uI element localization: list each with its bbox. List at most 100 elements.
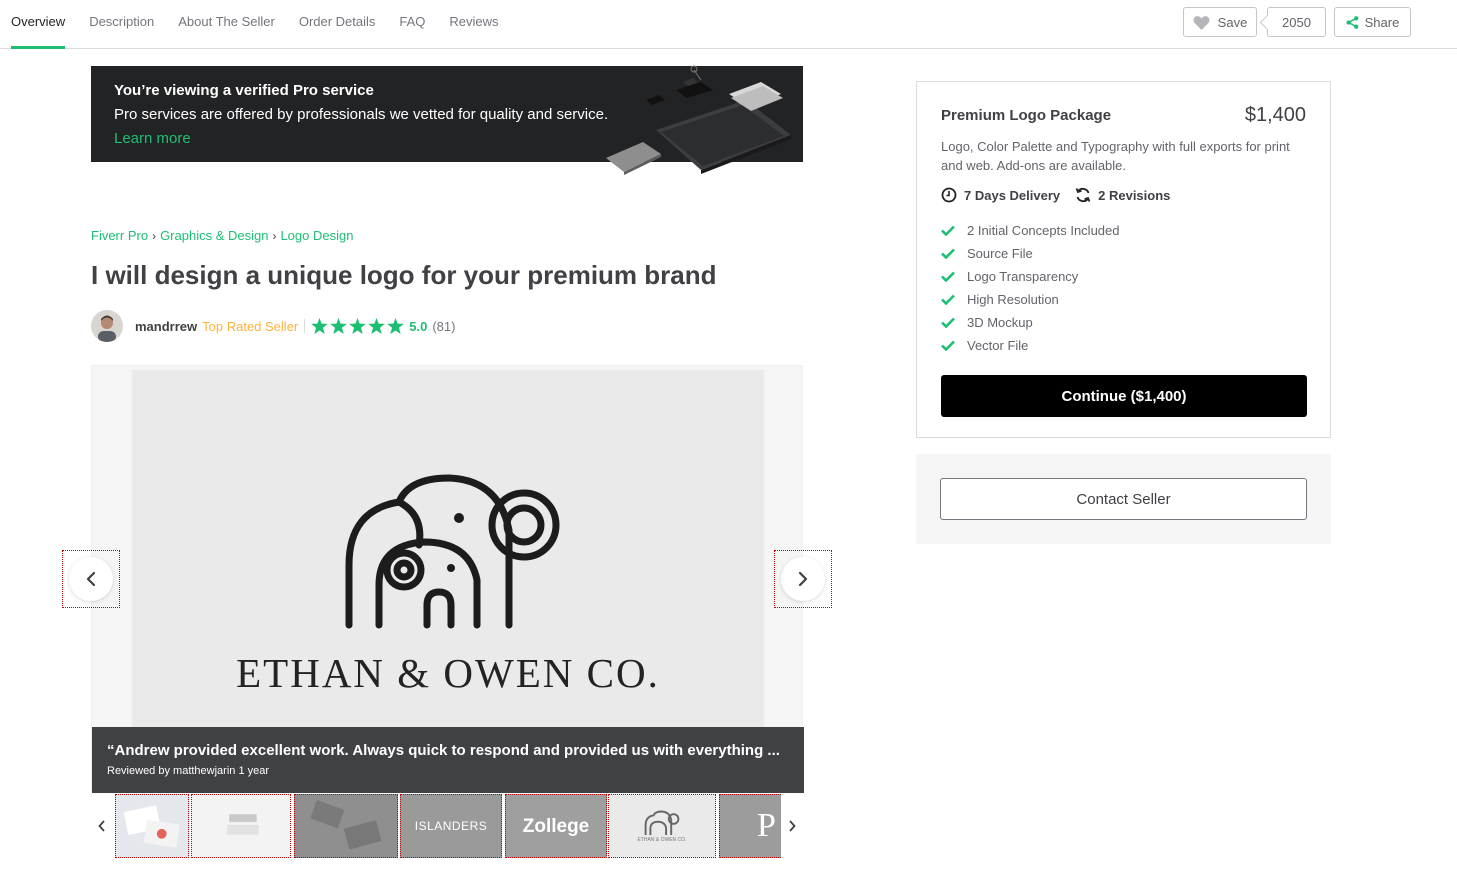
- thumbnail-label: ISLANDERS: [414, 819, 488, 833]
- pro-stationery-illustration: [606, 65, 791, 175]
- save-label: Save: [1217, 14, 1248, 30]
- gallery-prev-circle: [69, 557, 113, 601]
- save-count: 2050: [1267, 7, 1326, 37]
- breadcrumb: Fiverr Pro › Graphics & Design › Logo De…: [91, 228, 353, 243]
- checkmark-icon: [941, 271, 955, 282]
- share-icon: [1346, 15, 1358, 29]
- revisions: 2 Revisions: [1075, 187, 1170, 203]
- learn-more-link[interactable]: Learn more: [114, 130, 191, 147]
- rating-count[interactable]: (81): [432, 319, 455, 334]
- chevron-left-icon: [86, 571, 96, 587]
- chevron-right-icon: [789, 820, 796, 832]
- list-item: Vector File: [941, 334, 1119, 357]
- gallery-slide[interactable]: ETHAN & OWEN CO.: [132, 370, 764, 732]
- gig-title: I will design a unique logo for your pre…: [91, 260, 717, 290]
- feature-label: 2 Initial Concepts Included: [967, 223, 1120, 238]
- feature-label: Logo Transparency: [967, 269, 1079, 284]
- feature-label: Vector File: [967, 338, 1029, 353]
- chevron-right-icon: [798, 571, 808, 587]
- thumbnail[interactable]: ISLANDERS: [400, 794, 502, 858]
- heart-icon: [1193, 15, 1210, 30]
- list-item: Logo Transparency: [941, 265, 1119, 288]
- chevron-left-icon: [98, 820, 105, 832]
- thumbnail[interactable]: Zollege: [505, 794, 607, 858]
- breadcrumb-logo-design[interactable]: Logo Design: [280, 228, 353, 243]
- share-button[interactable]: Share: [1334, 7, 1411, 37]
- star-rating: [311, 318, 405, 334]
- list-item: 2 Initial Concepts Included: [941, 219, 1119, 242]
- review-quote: “Andrew provided excellent work. Always …: [107, 742, 780, 759]
- thumbnail-label: P: [757, 807, 776, 844]
- save-button[interactable]: Save: [1183, 7, 1257, 37]
- revisions-label: 2 Revisions: [1098, 187, 1171, 203]
- list-item: 3D Mockup: [941, 311, 1119, 334]
- divider: [304, 319, 306, 333]
- star-icon: [387, 318, 405, 334]
- thumbnail[interactable]: [115, 794, 189, 858]
- package-meta: 7 Days Delivery 2 Revisions: [941, 187, 1185, 203]
- tab-reviews[interactable]: Reviews: [449, 0, 498, 49]
- checkmark-icon: [941, 317, 955, 328]
- thumbnail-image: [295, 795, 397, 857]
- tab-order-details[interactable]: Order Details: [299, 0, 376, 49]
- seller-level-badge: Top Rated Seller: [202, 318, 299, 334]
- gig-nav-bar: Overview Description About The Seller Or…: [0, 0, 1457, 49]
- thumbnail-image: [192, 795, 290, 857]
- gallery-thumbnails: ISLANDERS Zollege ETHAN & OWEN CO. P: [91, 794, 803, 858]
- chevron-right-icon: ›: [152, 228, 157, 243]
- star-icon: [368, 318, 386, 334]
- breadcrumb-fiverr-pro[interactable]: Fiverr Pro: [91, 228, 148, 243]
- thumbnail[interactable]: [191, 794, 291, 858]
- elephant-logo-icon: [644, 810, 680, 835]
- section-tabs: Overview Description About The Seller Or…: [11, 0, 523, 49]
- elephant-logo-image: [345, 474, 560, 629]
- list-item: High Resolution: [941, 288, 1119, 311]
- seller-name[interactable]: mandrrew: [135, 319, 197, 334]
- thumbnails-prev-button[interactable]: [91, 794, 113, 858]
- thumbnails-next-button[interactable]: [781, 794, 803, 858]
- thumbnail[interactable]: ETHAN & OWEN CO.: [608, 794, 716, 858]
- checkmark-icon: [941, 340, 955, 351]
- list-item: Source File: [941, 242, 1119, 265]
- thumbnail[interactable]: [294, 794, 398, 858]
- tab-about-seller[interactable]: About The Seller: [178, 0, 275, 49]
- pro-service-banner: You’re viewing a verified Pro service Pr…: [91, 65, 803, 175]
- pro-banner-text: Pro services are offered by professional…: [114, 106, 609, 123]
- gallery-review-bar: “Andrew provided excellent work. Always …: [92, 727, 804, 793]
- tab-description[interactable]: Description: [89, 0, 154, 49]
- continue-button[interactable]: Continue ($1,400): [941, 375, 1307, 417]
- thumbnail-label: ETHAN & OWEN CO.: [637, 836, 687, 843]
- delivery-label: 7 Days Delivery: [964, 187, 1061, 203]
- breadcrumb-graphics-design[interactable]: Graphics & Design: [160, 228, 268, 243]
- slide-brand-text: ETHAN & OWEN CO.: [236, 650, 660, 696]
- feature-label: High Resolution: [967, 292, 1059, 307]
- share-label: Share: [1364, 14, 1400, 30]
- feature-label: Source File: [967, 246, 1033, 261]
- checkmark-icon: [941, 294, 955, 305]
- chevron-right-icon: ›: [272, 228, 277, 243]
- feature-label: 3D Mockup: [967, 315, 1033, 330]
- gig-gallery: ETHAN & OWEN CO. “Andrew provided excell…: [91, 365, 804, 793]
- avatar-image: [91, 310, 123, 342]
- gallery-prev-button[interactable]: [62, 550, 120, 608]
- thumbnail-label: Zollege: [522, 815, 590, 837]
- thumbnail-image: [116, 795, 188, 857]
- star-icon: [330, 318, 348, 334]
- gallery-next-button[interactable]: [774, 550, 832, 608]
- checkmark-icon: [941, 225, 955, 236]
- package-description: Logo, Color Palette and Typography with …: [941, 139, 1290, 173]
- contact-seller-box: Contact Seller: [916, 454, 1331, 544]
- tab-overview[interactable]: Overview: [11, 0, 66, 49]
- package-card: Premium Logo Package $1,400 Logo, Color …: [916, 81, 1331, 438]
- checkmark-icon: [941, 248, 955, 259]
- package-name: Premium Logo Package: [941, 107, 1112, 124]
- contact-seller-button[interactable]: Contact Seller: [940, 478, 1307, 520]
- tab-faq[interactable]: FAQ: [399, 0, 425, 49]
- star-icon: [311, 318, 329, 334]
- clock-icon: [941, 187, 957, 203]
- rating-score: 5.0: [409, 318, 428, 334]
- star-icon: [349, 318, 367, 334]
- avatar[interactable]: [91, 310, 123, 342]
- pro-banner-title: You’re viewing a verified Pro service: [114, 82, 374, 99]
- refresh-icon: [1075, 187, 1091, 203]
